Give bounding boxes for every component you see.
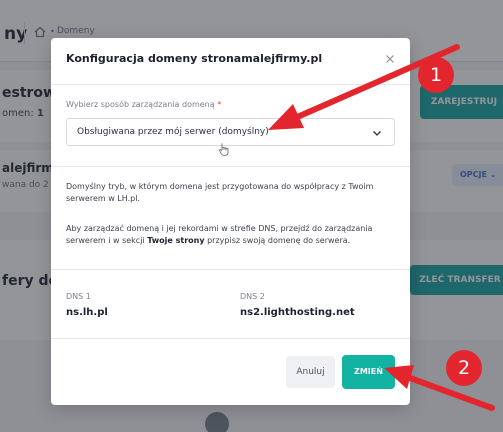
annotation-badge-1: 1 [418,57,454,93]
arrow-2-head [384,365,414,389]
arrow-2-line [407,375,495,411]
annotation-badge-2: 2 [446,350,482,386]
arrow-1-head [268,104,304,130]
